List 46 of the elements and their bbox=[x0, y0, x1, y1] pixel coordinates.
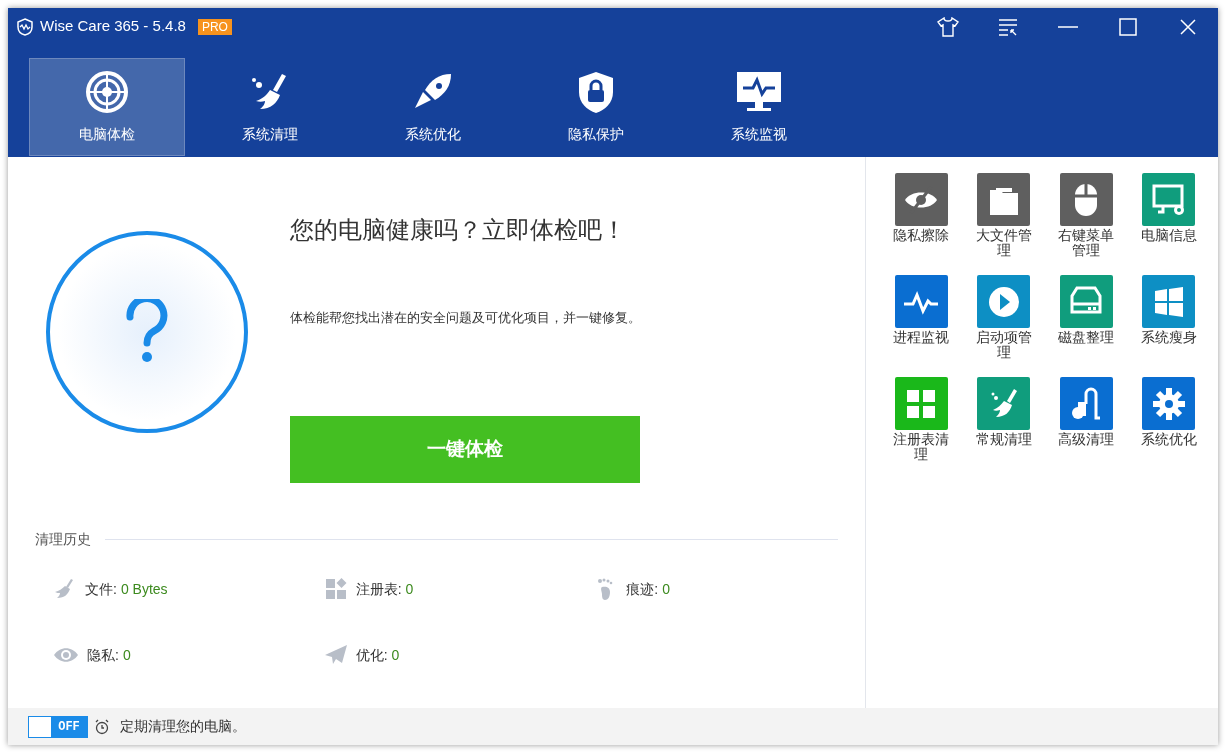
monitor-icon bbox=[735, 69, 783, 114]
nav-tab[interactable]: 电脑体检 bbox=[29, 58, 185, 156]
history-label: 注册表: bbox=[355, 579, 402, 599]
tool-tile[interactable]: 常规清理 bbox=[962, 377, 1045, 465]
history-label: 优化: bbox=[355, 645, 388, 665]
tool-tile[interactable]: 高级清理 bbox=[1045, 377, 1127, 465]
close-icon bbox=[1180, 18, 1196, 35]
history-value: 0 bbox=[391, 645, 400, 665]
tool-tile[interactable]: 大文件管理 bbox=[962, 173, 1045, 261]
history-value: 0 bbox=[122, 645, 131, 665]
history-value: 0 bbox=[405, 579, 414, 599]
nav-tab[interactable]: 隐私保护 bbox=[518, 58, 674, 156]
tool-tile[interactable]: 系统优化 bbox=[1127, 377, 1210, 465]
pro-badge: PRO bbox=[197, 18, 232, 35]
checkup-description: 体检能帮您找出潜在的安全问题及可优化项目，并一键修复。 bbox=[290, 309, 642, 327]
checkup-heading: 您的电脑健康吗？立即体检吧！ bbox=[290, 215, 627, 245]
minimize-icon bbox=[1058, 24, 1078, 29]
nav-tab[interactable]: 系统清理 bbox=[192, 58, 348, 156]
schedule-text: 定期清理您的电脑。 bbox=[120, 717, 246, 736]
history-label: 文件: bbox=[85, 579, 117, 599]
menu-icon bbox=[998, 17, 1018, 36]
tool-tile[interactable]: 系统瘦身 bbox=[1127, 275, 1210, 363]
question-mark-icon bbox=[125, 299, 169, 365]
tool-tile[interactable]: 隐私擦除 bbox=[880, 173, 962, 261]
history-label: 隐私: bbox=[87, 645, 119, 665]
tiles-icon bbox=[323, 577, 348, 601]
history-value: 0 bbox=[662, 579, 670, 599]
window-title: Wise Care 365 - 5.4.8 bbox=[40, 16, 186, 37]
schedule-toggle[interactable]: OFF bbox=[28, 715, 88, 738]
history-value: 0 Bytes bbox=[120, 579, 168, 599]
tool-tile[interactable]: 右键菜单管理 bbox=[1045, 173, 1127, 261]
shield-lock-icon bbox=[576, 69, 616, 114]
nav-tab[interactable]: 系统监视 bbox=[681, 58, 837, 156]
shirt-icon bbox=[937, 16, 959, 37]
alarm-clock-icon bbox=[94, 718, 110, 735]
tool-tile[interactable]: 磁盘整理 bbox=[1045, 275, 1127, 363]
tool-tile[interactable]: 注册表清理 bbox=[880, 377, 962, 465]
maximize-icon bbox=[1119, 17, 1137, 36]
shield-logo-icon bbox=[16, 17, 34, 36]
history-title: 清理历史 bbox=[35, 530, 91, 549]
tool-tile[interactable]: 电脑信息 bbox=[1127, 173, 1210, 261]
tool-tile[interactable]: 启动项管理 bbox=[962, 275, 1045, 363]
tool-tile[interactable]: 进程监视 bbox=[880, 275, 962, 363]
history-label: 痕迹: bbox=[626, 579, 659, 599]
nav-tab[interactable]: 系统优化 bbox=[355, 58, 511, 156]
radar-icon bbox=[85, 69, 129, 114]
